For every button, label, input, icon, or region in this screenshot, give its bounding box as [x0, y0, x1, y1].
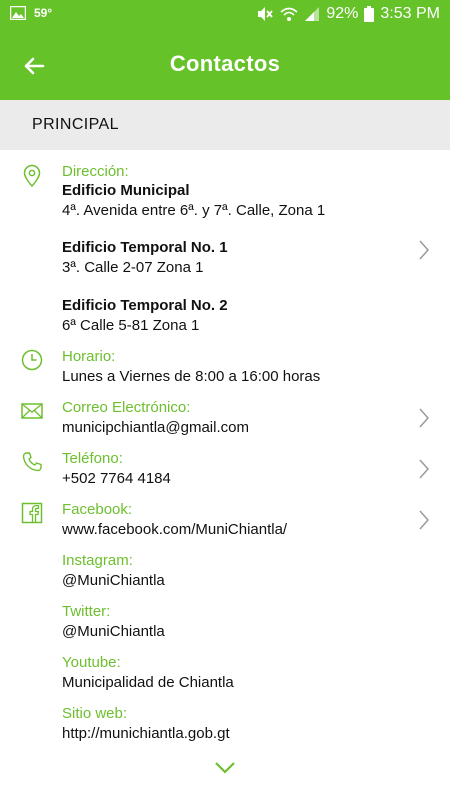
place-name: Edificio Municipal: [62, 182, 190, 199]
place-name: Edificio Temporal No. 2: [62, 297, 228, 314]
status-bar: 59° 92% 3:53 PM: [0, 0, 450, 30]
mail-icon: [21, 403, 43, 419]
twitter-row: Twitter: @MuniChiantla: [0, 602, 450, 642]
instagram-row: Instagram: @MuniChiantla: [0, 551, 450, 591]
place-name: Edificio Temporal No. 1: [62, 239, 228, 256]
location-pin-icon: [23, 164, 41, 188]
facebook-icon: [21, 502, 43, 524]
facebook-value: www.facebook.com/MuniChiantla/: [62, 521, 288, 538]
website-row: Sitio web: http://munichiantla.gob.gt: [0, 704, 450, 744]
phone-label: Teléfono:: [62, 450, 123, 467]
email-label: Correo Electrónico:: [62, 399, 191, 416]
phone-row[interactable]: Teléfono: +502 7764 4184: [0, 449, 450, 489]
chevron-right-icon[interactable]: [416, 457, 432, 481]
instagram-label: Instagram:: [62, 552, 133, 569]
contacts-list: Dirección: Edificio Municipal 4ª. Avenid…: [0, 150, 450, 800]
section-title: PRINCIPAL: [32, 116, 119, 133]
place-detail: 6ª Calle 5-81 Zona 1: [62, 317, 200, 334]
phone-icon: [22, 452, 42, 472]
place-detail: 3ª. Calle 2-07 Zona 1: [62, 259, 204, 276]
youtube-value: Municipalidad de Chiantla: [62, 674, 234, 691]
chevron-down-icon[interactable]: [213, 760, 237, 776]
temperature-text: 59°: [34, 6, 53, 20]
phone-value: +502 7764 4184: [62, 470, 171, 487]
app-bar: Contactos: [0, 30, 450, 100]
mute-icon: [258, 7, 274, 21]
address-temporal-2-row: Edificio Temporal No. 2 6ª Calle 5-81 Zo…: [0, 296, 450, 336]
hours-label: Horario:: [62, 348, 116, 365]
email-row[interactable]: Correo Electrónico: municipchiantla@gmai…: [0, 398, 450, 438]
battery-percent: 92%: [326, 5, 359, 22]
clock-time: 3:53 PM: [380, 5, 440, 22]
chevron-right-icon[interactable]: [416, 238, 432, 262]
address-temporal-1-row[interactable]: Edificio Temporal No. 1 3ª. Calle 2-07 Z…: [0, 238, 450, 278]
twitter-value: @MuniChiantla: [62, 623, 165, 640]
website-label: Sitio web:: [62, 705, 128, 722]
email-value: municipchiantla@gmail.com: [62, 419, 249, 436]
signal-icon: [305, 7, 320, 21]
wifi-icon: [280, 7, 298, 21]
youtube-row: Youtube: Municipalidad de Chiantla: [0, 653, 450, 693]
place-detail: 4ª. Avenida entre 6ª. y 7ª. Calle, Zona …: [62, 202, 326, 219]
facebook-label: Facebook:: [62, 501, 133, 518]
facebook-row[interactable]: Facebook: www.facebook.com/MuniChiantla/: [0, 500, 450, 540]
address-main-row: Dirección: Edificio Municipal 4ª. Avenid…: [0, 162, 450, 222]
address-label: Dirección:: [62, 163, 129, 180]
chevron-right-icon[interactable]: [416, 508, 432, 532]
section-header: PRINCIPAL: [0, 100, 450, 150]
image-icon: [10, 6, 26, 20]
website-value: http://munichiantla.gob.gt: [62, 725, 230, 742]
chevron-right-icon[interactable]: [416, 406, 432, 430]
youtube-label: Youtube:: [62, 654, 121, 671]
page-title: Contactos: [169, 51, 281, 76]
battery-icon: [364, 6, 375, 22]
hours-value: Lunes a Viernes de 8:00 a 16:00 horas: [62, 368, 321, 385]
clock-icon: [21, 349, 43, 371]
twitter-label: Twitter:: [62, 603, 111, 620]
hours-row: Horario: Lunes a Viernes de 8:00 a 16:00…: [0, 347, 450, 387]
instagram-value: @MuniChiantla: [62, 572, 165, 589]
